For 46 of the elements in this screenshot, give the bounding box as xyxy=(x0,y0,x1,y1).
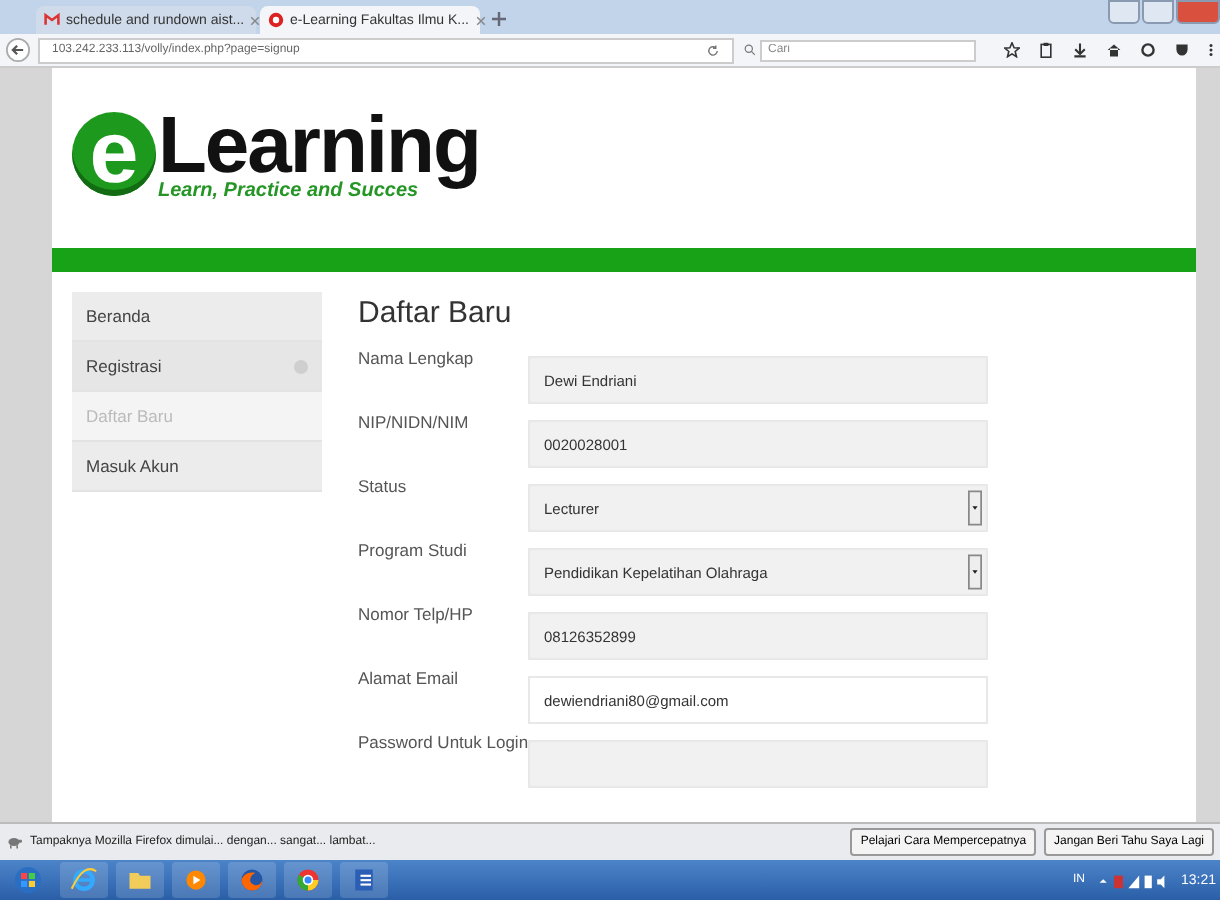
menu-icon[interactable] xyxy=(1208,42,1214,58)
back-icon[interactable] xyxy=(6,38,30,62)
star-icon[interactable] xyxy=(1004,42,1020,58)
ring-icon xyxy=(294,866,322,894)
maximize-button[interactable] xyxy=(1142,0,1174,24)
sidebar-item[interactable]: Registrasi xyxy=(72,342,322,392)
sidebar-item[interactable]: Masuk Akun xyxy=(72,442,322,492)
turtle-icon xyxy=(6,834,22,850)
taskbar-app[interactable] xyxy=(284,862,332,898)
taskbar-app[interactable] xyxy=(172,862,220,898)
download-icon[interactable] xyxy=(1072,42,1088,58)
dropdown-icon xyxy=(968,554,982,590)
taskbar-app[interactable] xyxy=(60,862,108,898)
close-icon[interactable] xyxy=(250,15,261,25)
form-title: Daftar Baru xyxy=(358,296,514,330)
taskbar-app[interactable] xyxy=(340,862,388,898)
field-label: Alamat Email xyxy=(358,666,461,692)
circle-icon[interactable] xyxy=(1140,42,1156,58)
globe-icon xyxy=(238,866,266,894)
logo-badge: e xyxy=(72,112,156,196)
minimize-button[interactable] xyxy=(1108,0,1140,24)
reload-icon[interactable] xyxy=(706,43,720,57)
logo-wordmark: Learning xyxy=(158,106,480,186)
field-label: Program Studi xyxy=(358,538,469,564)
play-icon xyxy=(182,866,210,894)
document-icon xyxy=(350,866,378,894)
sidebar-item[interactable]: Beranda xyxy=(72,292,322,342)
dropdown-icon xyxy=(968,490,982,526)
field-label: Nama Lengkap xyxy=(358,346,476,372)
close-icon[interactable] xyxy=(475,15,485,25)
taskbar-app[interactable] xyxy=(116,862,164,898)
mail-icon xyxy=(44,12,60,28)
field-label: Nomor Telp/HP xyxy=(358,602,475,628)
home-icon[interactable] xyxy=(1106,42,1122,58)
search-icon xyxy=(744,44,756,56)
field-label: Password Untuk Login xyxy=(358,730,528,756)
taskbar-app[interactable] xyxy=(228,862,276,898)
new-tab-icon[interactable] xyxy=(492,12,506,26)
clipboard-icon[interactable] xyxy=(1038,42,1054,58)
shield-icon[interactable] xyxy=(1174,42,1190,58)
field-label: Status xyxy=(358,474,409,500)
tray-icons[interactable] xyxy=(1096,871,1169,889)
windows-logo-icon xyxy=(14,866,42,894)
field-label: NIP/NIDN/NIM xyxy=(358,410,471,436)
site-icon xyxy=(268,12,284,28)
browser-e-icon xyxy=(70,866,98,894)
